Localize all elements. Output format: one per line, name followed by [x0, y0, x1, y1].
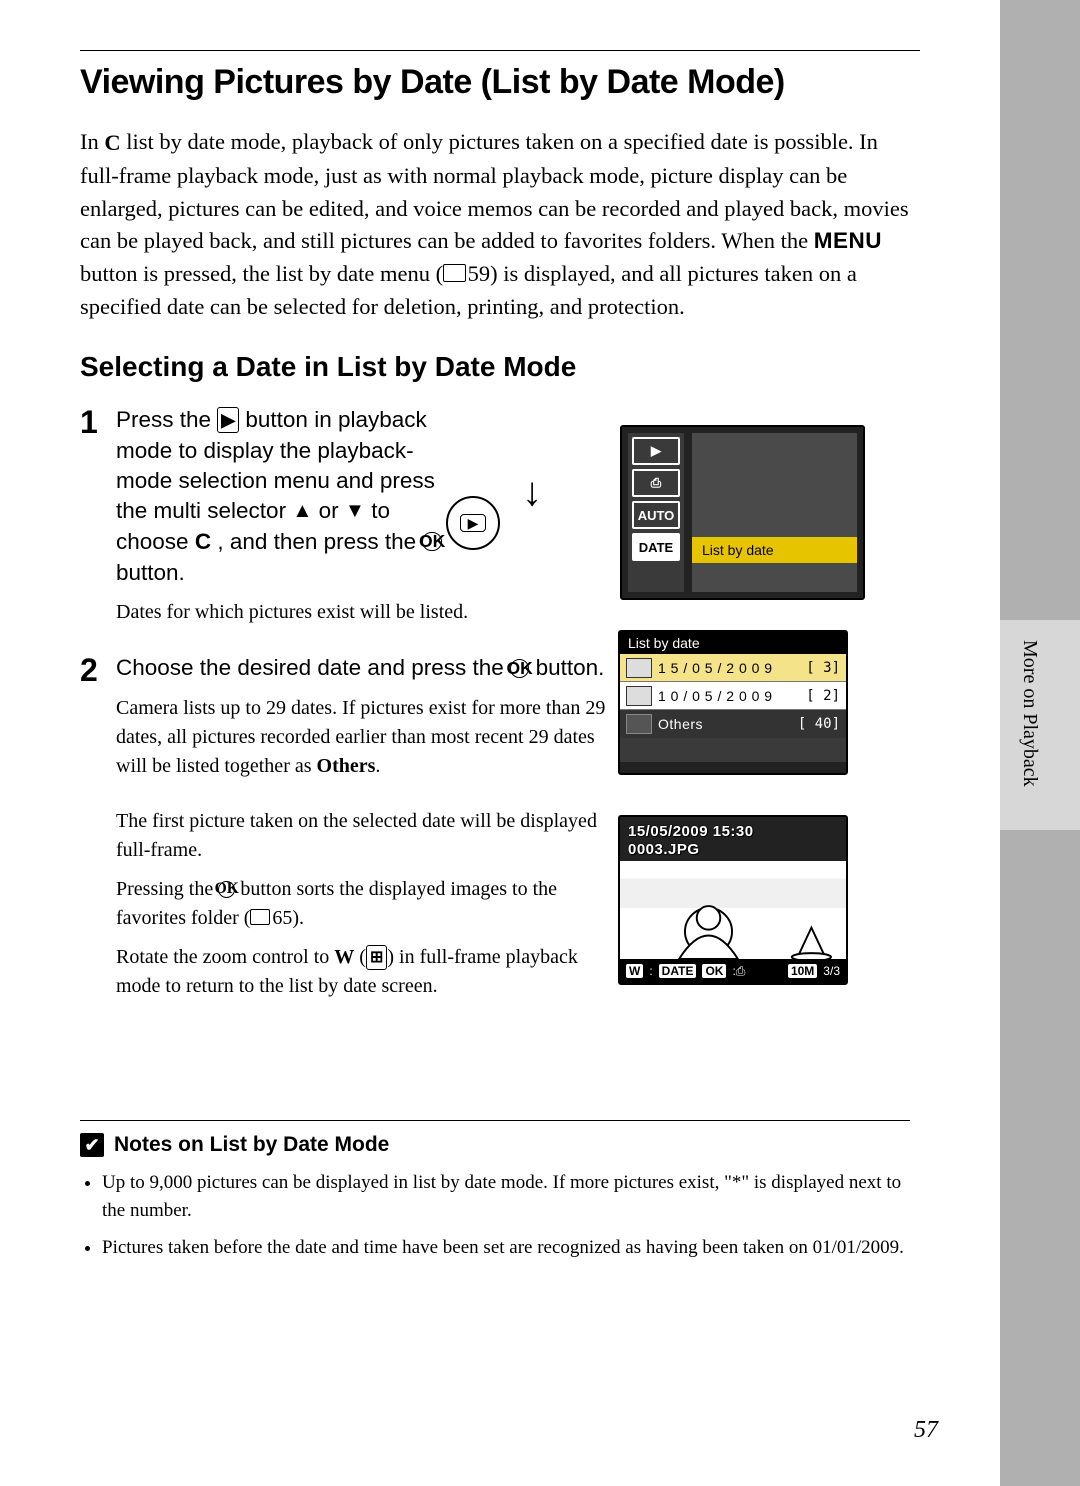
step-number: 2 — [80, 653, 116, 1000]
playback-bottom-bar: W:DATE OK:⎙ 10M 3/3 — [620, 959, 846, 983]
playback-filename: 0003.JPG — [628, 841, 754, 859]
notes-heading: ✔ Notes on List by Date Mode — [80, 1133, 910, 1157]
mode-icon-column: ▶ ⎙ AUTO DATE — [628, 433, 684, 592]
multi-selector-diagram: ↓ ▶ — [430, 472, 600, 562]
list-by-date-mode-icon: C — [104, 127, 120, 160]
down-arrow-icon: ↓ — [522, 472, 542, 512]
screen-playback-mode-menu: ▶ ⎙ AUTO DATE List by date — [620, 425, 865, 600]
intro-paragraph: In C list by date mode, playback of only… — [80, 126, 920, 323]
step-2-instruction: Choose the desired date and press the OK… — [116, 653, 616, 683]
step-2-note-4: Rotate the zoom control to W (⊞) in full… — [116, 943, 616, 1001]
ok-button-icon: OK — [510, 659, 529, 678]
top-rule — [80, 50, 920, 51]
list-by-date-mode-icon: C — [195, 527, 211, 557]
step-1-note: Dates for which pictures exist will be l… — [116, 598, 920, 627]
date-row-others: Others [ 40] — [620, 710, 846, 738]
ok-tag: OK — [702, 964, 726, 978]
selector-dial-icon: ▶ — [446, 496, 500, 550]
step-2-note-2: The first picture taken on the selected … — [116, 807, 616, 865]
date-row-date: 1 0 / 0 5 / 2 0 0 9 — [658, 688, 800, 704]
down-arrow-icon: ▼ — [345, 498, 365, 525]
section-heading: Selecting a Date in List by Date Mode — [80, 351, 920, 383]
date-row-date: 1 5 / 0 5 / 2 0 0 9 — [658, 660, 800, 676]
date-tag: DATE — [659, 964, 697, 978]
zoom-w-label: W — [334, 946, 354, 968]
zoom-w-tag: W — [626, 964, 643, 978]
playback-icon: ▶ — [460, 514, 486, 532]
page-ref-number: 65 — [272, 907, 292, 929]
step-number: 1 — [80, 405, 116, 627]
others-label: Others — [317, 755, 376, 777]
date-row-count: [ 3] — [806, 660, 840, 676]
date-row-thumbnail — [626, 714, 652, 734]
playback-overlay-info: 15/05/2009 15:30 0003.JPG — [628, 823, 754, 859]
date-row-thumbnail — [626, 658, 652, 678]
menu-button-label: MENU — [814, 228, 882, 253]
notes-heading-text: Notes on List by Date Mode — [114, 1133, 389, 1157]
mode-menu-panel: List by date — [692, 433, 857, 592]
playback-icon: ▶ — [217, 407, 239, 433]
step-2-note-3: Pressing the OK button sorts the display… — [116, 875, 616, 933]
notes-list: Up to 9,000 pictures can be displayed in… — [80, 1169, 910, 1262]
others-label: Others — [658, 716, 792, 732]
screen-list-by-date: List by date 1 5 / 0 5 / 2 0 0 9 [ 3] 1 … — [618, 630, 848, 775]
notes-item: Up to 9,000 pictures can be displayed in… — [102, 1169, 910, 1224]
image-size-badge: 10M — [788, 964, 817, 978]
page-ref-number: 59 — [468, 261, 491, 286]
playback-timestamp: 15/05/2009 15:30 — [628, 823, 754, 841]
date-row: 1 0 / 0 5 / 2 0 0 9 [ 2] — [620, 682, 846, 710]
mode-menu-selected-label: List by date — [692, 537, 857, 563]
manual-page: Viewing Pictures by Date (List by Date M… — [0, 0, 1000, 1486]
mode-icon-favorites: ⎙ — [632, 469, 680, 497]
notes-item: Pictures taken before the date and time … — [102, 1234, 910, 1262]
date-row-count: [ 2] — [806, 688, 840, 704]
image-counter: 3/3 — [823, 964, 840, 978]
screen-title: List by date — [620, 632, 846, 654]
step-1-instruction: Press the ▶ button in playback mode to d… — [116, 405, 456, 588]
page-ref-icon — [443, 264, 466, 282]
page-title: Viewing Pictures by Date (List by Date M… — [80, 63, 920, 102]
screen-full-frame-playback: 15/05/2009 15:30 0003.JPG W:DATE OK:⎙ 10… — [618, 815, 848, 985]
playback-image-illustration — [620, 861, 846, 959]
thumbnail-icon: ⊞ — [366, 945, 387, 970]
notes-rule — [80, 1120, 910, 1121]
mode-icon-playback: ▶ — [632, 437, 680, 465]
mode-icon-auto-sort: AUTO — [632, 501, 680, 529]
date-row-selected: 1 5 / 0 5 / 2 0 0 9 [ 3] — [620, 654, 846, 682]
intro-text: In — [80, 129, 104, 154]
page-ref-icon — [250, 909, 270, 925]
up-arrow-icon: ▲ — [292, 498, 312, 525]
intro-text: list by date mode, playback of only pict… — [80, 129, 909, 253]
checkmark-icon: ✔ — [80, 1133, 104, 1157]
screen-footer-area — [620, 738, 846, 762]
others-count: [ 40] — [798, 716, 840, 732]
intro-text: button is pressed, the list by date menu… — [80, 261, 443, 286]
notes-section: ✔ Notes on List by Date Mode Up to 9,000… — [80, 1120, 910, 1272]
date-row-thumbnail — [626, 686, 652, 706]
ok-button-icon: OK — [218, 881, 235, 898]
step-2-note-1: Camera lists up to 29 dates. If pictures… — [116, 694, 616, 781]
page-number: 57 — [914, 1417, 938, 1444]
chapter-tab-label: More on Playback — [1018, 640, 1041, 787]
mode-icon-list-by-date: DATE — [632, 533, 680, 561]
